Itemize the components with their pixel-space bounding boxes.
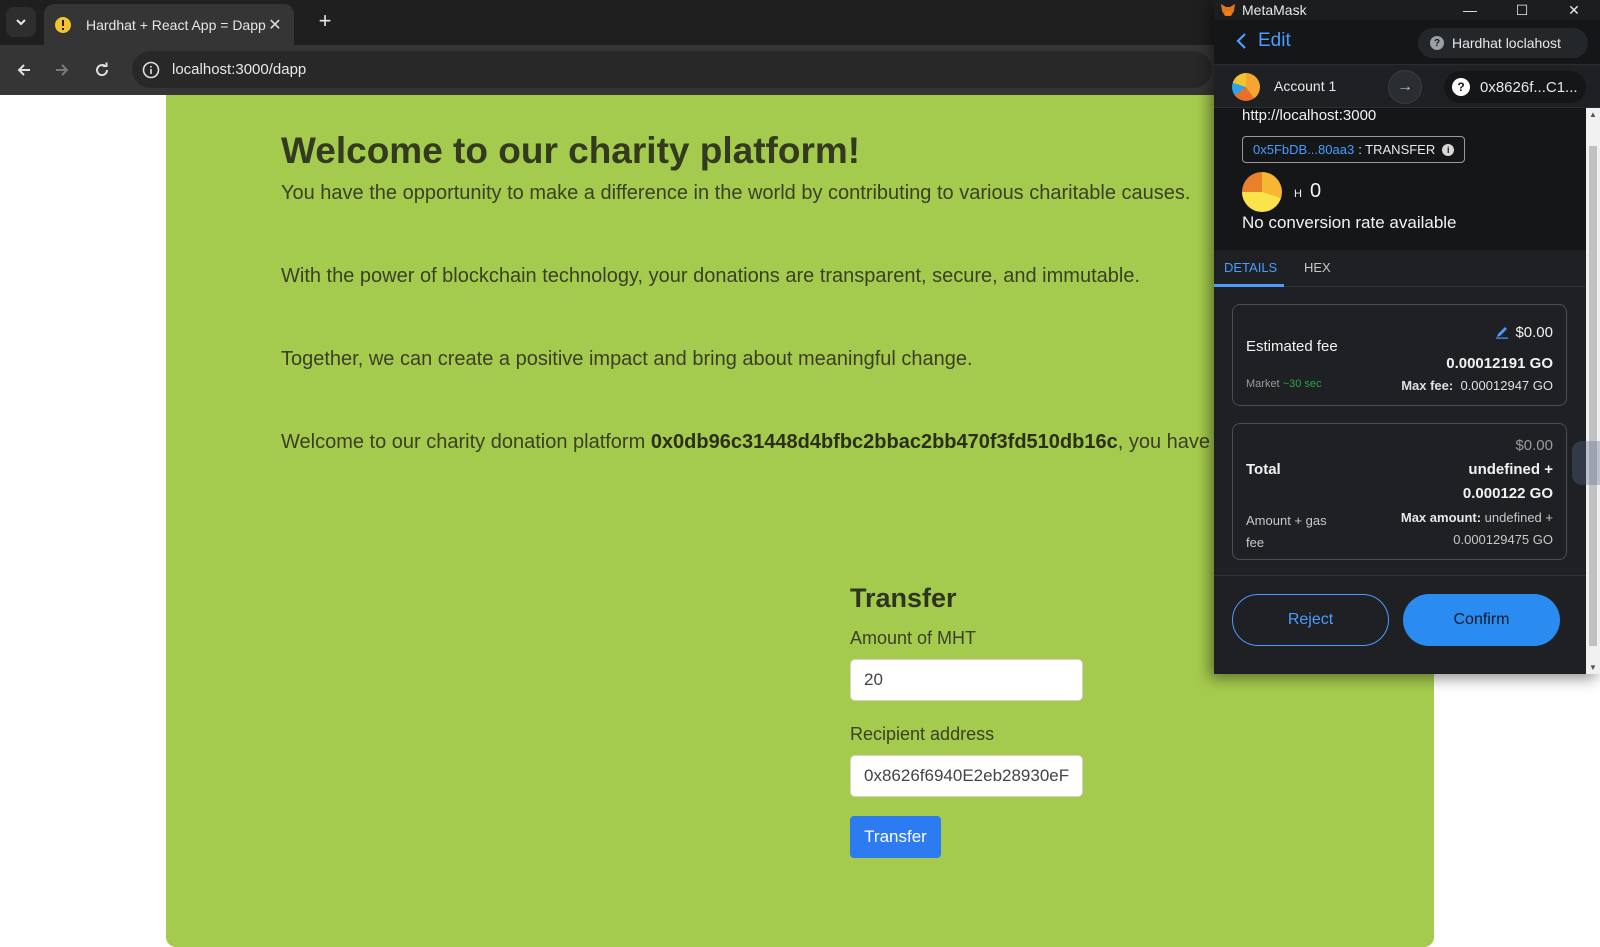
- metamask-window-title: MetaMask: [1242, 2, 1307, 18]
- fee-amount: 0.00012191 GO: [1446, 355, 1553, 372]
- chevron-left-icon: [1236, 33, 1246, 49]
- market-text: Market: [1246, 378, 1280, 390]
- conversion-text: No conversion rate available: [1242, 213, 1457, 232]
- recipient-address: 0x8626f...C1...: [1480, 78, 1578, 96]
- market-label[interactable]: Market ~30 sec: [1246, 378, 1322, 390]
- new-tab-button[interactable]: +: [312, 9, 338, 35]
- tab-details[interactable]: DETAILS: [1224, 260, 1277, 275]
- token-symbol: H: [1294, 188, 1302, 200]
- welcome-suffix: , you have: [1117, 431, 1211, 453]
- site-info-icon[interactable]: [140, 59, 162, 81]
- minimize-icon[interactable]: —: [1444, 0, 1496, 20]
- metamask-header: Edit ? Hardhat loclahost: [1214, 22, 1600, 64]
- scroll-up-icon[interactable]: ▲: [1588, 110, 1598, 119]
- token-icon: [1242, 172, 1282, 212]
- network-name: Hardhat loclahost: [1452, 35, 1561, 51]
- method-name: : TRANSFER: [1358, 142, 1436, 157]
- estimated-fee-box: Estimated fee $0.00 0.00012191 GO Market…: [1232, 304, 1567, 406]
- total-label: Total: [1246, 461, 1281, 478]
- metamask-titlebar: MetaMask — ☐ ✕: [1214, 0, 1600, 20]
- tab-search-button[interactable]: [6, 7, 36, 37]
- contract-address-link[interactable]: 0x5FbDB...80aa3: [1253, 142, 1354, 157]
- forward-button[interactable]: [48, 56, 76, 84]
- max-amount: Max amount: undefined +: [1401, 510, 1553, 525]
- url-text: localhost:3000/dapp: [172, 61, 307, 78]
- amount-input[interactable]: 20: [850, 659, 1083, 701]
- recipient-account[interactable]: ? 0x8626f...C1...: [1444, 71, 1586, 103]
- question-icon: ?: [1452, 78, 1470, 96]
- max-amount-line2: 0.000129475 GO: [1453, 532, 1553, 547]
- browser-tab[interactable]: Hardhat + React App = Dapp ✕: [44, 4, 294, 45]
- amount-label: Amount of MHT: [850, 628, 977, 648]
- fee-fiat: $0.00: [1495, 324, 1553, 341]
- max-fee-label: Max fee:: [1401, 378, 1454, 393]
- scrollbar-thumb[interactable]: [1589, 146, 1597, 646]
- address-bar[interactable]: localhost:3000/dapp: [132, 51, 1212, 88]
- chevron-down-icon: [16, 19, 26, 26]
- transfer-title: Transfer: [850, 583, 957, 613]
- arrow-right-icon: →: [1388, 70, 1422, 104]
- account-bar: Account 1 → ? 0x8626f...C1...: [1214, 64, 1600, 108]
- max-amount-label: Max amount:: [1400, 510, 1482, 525]
- back-button[interactable]: [10, 56, 38, 84]
- origin-url: http://localhost:3000: [1242, 107, 1377, 124]
- network-selector[interactable]: ? Hardhat loclahost: [1418, 28, 1588, 58]
- transfer-button[interactable]: Transfer: [850, 816, 941, 858]
- reject-button[interactable]: Reject: [1232, 594, 1389, 646]
- total-amount-line1: undefined +: [1468, 461, 1553, 478]
- edit-back-button[interactable]: Edit: [1234, 30, 1291, 52]
- arrow-left-icon: [17, 64, 30, 76]
- confirm-button[interactable]: Confirm: [1403, 594, 1560, 646]
- metamask-popup: MetaMask — ☐ ✕ Edit ? Hardhat loclahost …: [1214, 0, 1600, 674]
- account-avatar: [1232, 73, 1260, 101]
- reload-icon: [96, 62, 109, 77]
- amount-gas-label: Amount + gas fee: [1246, 510, 1327, 554]
- details-tabs: DETAILS HEX: [1214, 250, 1586, 287]
- tab-hex[interactable]: HEX: [1304, 260, 1331, 275]
- close-window-icon[interactable]: ✕: [1548, 0, 1600, 20]
- total-amount-line2: 0.000122 GO: [1462, 485, 1553, 502]
- max-fee-value: 0.00012947 GO: [1460, 378, 1553, 393]
- pencil-icon[interactable]: [1495, 325, 1509, 339]
- side-panel-handle[interactable]: [1572, 441, 1600, 485]
- market-time: ~30 sec: [1282, 378, 1322, 390]
- reload-button[interactable]: [88, 56, 116, 84]
- close-tab-icon[interactable]: ✕: [266, 15, 284, 35]
- metamask-fox-icon: [1221, 4, 1235, 16]
- estimated-fee-label: Estimated fee: [1246, 338, 1338, 355]
- tab-title: Hardhat + React App = Dapp: [86, 16, 266, 33]
- welcome-prefix: Welcome to our charity donation platform: [281, 431, 651, 453]
- recipient-input[interactable]: 0x8626f6940E2eb28930eF: [850, 755, 1083, 797]
- account-name: Account 1: [1274, 78, 1337, 94]
- warning-icon: [55, 16, 71, 33]
- fee-fiat-value: $0.00: [1515, 324, 1553, 341]
- token-amount: H 0: [1294, 180, 1321, 203]
- active-tab-indicator: [1214, 284, 1284, 287]
- edit-label: Edit: [1258, 30, 1291, 51]
- max-amount-line1: undefined +: [1484, 510, 1553, 525]
- scrollbar[interactable]: ▲ ▼: [1586, 108, 1600, 674]
- transaction-details: DETAILS HEX Estimated fee $0.00 0.000121…: [1214, 250, 1586, 674]
- transfer-form: Transfer Amount of MHT 20 Recipient addr…: [850, 583, 1090, 858]
- recipient-label: Recipient address: [850, 724, 995, 744]
- metamask-footer: Reject Confirm: [1214, 575, 1586, 674]
- contract-method-badge: 0x5FbDB...80aa3 : TRANSFER i: [1242, 136, 1466, 163]
- info-icon[interactable]: i: [1442, 143, 1455, 156]
- network-question-icon: ?: [1430, 36, 1444, 50]
- arrow-right-icon: [56, 64, 69, 76]
- total-fiat: $0.00: [1515, 437, 1553, 454]
- welcome-address: 0x0db96c31448d4bfbc2bbac2bb470f3fd510db1…: [650, 431, 1118, 453]
- amount-gas-line2: fee: [1246, 535, 1265, 550]
- total-box: $0.00 Total undefined + 0.000122 GO Amou…: [1232, 423, 1567, 560]
- scroll-down-icon[interactable]: ▼: [1588, 663, 1598, 672]
- maximize-icon[interactable]: ☐: [1496, 0, 1548, 20]
- max-fee: Max fee: 0.00012947 GO: [1401, 378, 1553, 393]
- token-value: 0: [1309, 180, 1322, 202]
- amount-gas-line1: Amount + gas: [1246, 513, 1327, 528]
